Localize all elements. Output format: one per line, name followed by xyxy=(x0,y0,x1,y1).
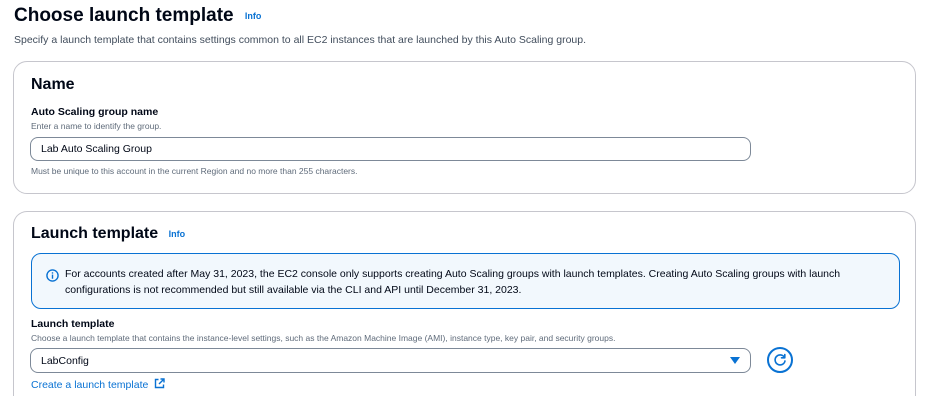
launch-template-info-link[interactable]: Info xyxy=(169,229,186,239)
info-alert: For accounts created after May 31, 2023,… xyxy=(31,253,900,309)
launch-template-select[interactable]: LabConfig xyxy=(30,348,751,373)
asg-name-constraint: Must be unique to this account in the cu… xyxy=(31,166,358,176)
asg-name-input[interactable]: Lab Auto Scaling Group xyxy=(30,137,751,161)
name-panel-title: Name xyxy=(31,76,75,93)
launch-template-selected-value: LabConfig xyxy=(41,355,89,367)
choose-launch-template-page: Choose launch template Info Specify a la… xyxy=(0,0,925,396)
asg-name-label: Auto Scaling group name xyxy=(31,106,159,118)
launch-template-description: Choose a launch template that contains t… xyxy=(31,333,616,343)
name-panel: Name Auto Scaling group name Enter a nam… xyxy=(13,61,916,194)
page-title-text: Choose launch template xyxy=(14,5,234,26)
info-alert-text: For accounts created after May 31, 2023,… xyxy=(65,268,841,296)
launch-template-panel-title-text: Launch template xyxy=(31,225,159,242)
external-link-icon xyxy=(155,378,165,389)
refresh-button[interactable] xyxy=(767,347,793,373)
launch-template-panel-title: Launch template Info xyxy=(31,225,185,243)
page-description: Specify a launch template that contains … xyxy=(14,34,586,46)
asg-name-description: Enter a name to identify the group. xyxy=(31,121,162,131)
page-title: Choose launch template Info xyxy=(14,5,261,27)
info-circle-icon xyxy=(46,269,59,282)
refresh-icon xyxy=(774,353,786,366)
launch-template-panel: Launch template Info For accounts create… xyxy=(13,211,916,396)
create-launch-template-link[interactable]: Create a launch template xyxy=(31,378,165,391)
create-launch-template-link-text: Create a launch template xyxy=(31,379,149,391)
page-info-link[interactable]: Info xyxy=(245,11,262,21)
launch-template-label: Launch template xyxy=(31,318,115,330)
caret-down-icon xyxy=(730,357,740,364)
